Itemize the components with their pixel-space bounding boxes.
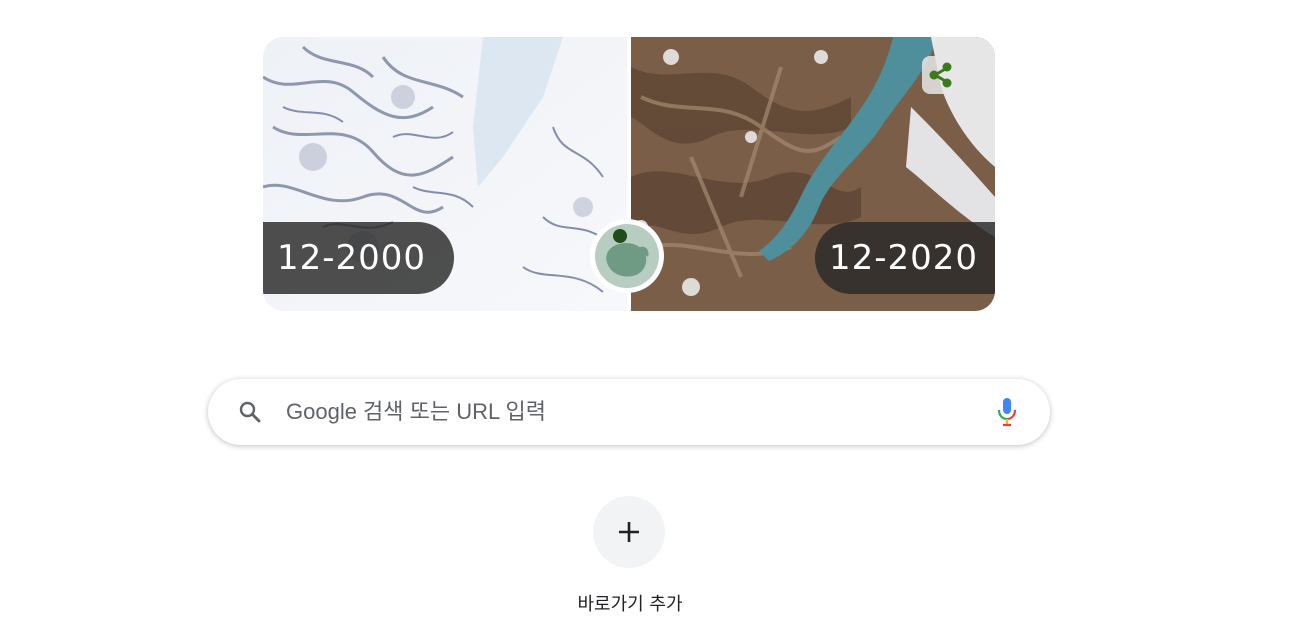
after-date-label: 12-2020 [815, 222, 995, 294]
search-box[interactable] [208, 379, 1050, 445]
search-input[interactable] [286, 392, 976, 432]
comparison-slider-handle[interactable] [590, 219, 664, 293]
plus-icon [619, 522, 639, 542]
add-shortcut-label: 바로가기 추가 [577, 594, 683, 615]
new-tab-page: 12-2000 12-2020 Google 검색 또는 URL 입력 바로가기… [0, 0, 1291, 639]
globe-location-icon [593, 222, 661, 290]
add-shortcut-circle[interactable] [593, 496, 665, 568]
mic-icon[interactable] [995, 397, 1019, 427]
share-button[interactable] [922, 56, 960, 94]
share-icon [929, 62, 952, 88]
before-date-label: 12-2000 [263, 222, 454, 294]
google-doodle[interactable]: 12-2000 12-2020 [263, 37, 995, 311]
add-shortcut-button[interactable]: 바로가기 추가 [560, 494, 700, 624]
search-icon [239, 401, 261, 423]
